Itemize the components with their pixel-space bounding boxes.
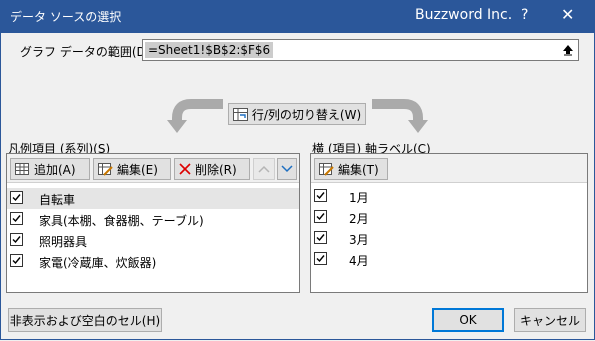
axis-list-item[interactable]: 3月 [311,228,587,249]
series-checkbox[interactable] [10,233,23,246]
ok-button[interactable]: OK [432,308,504,332]
brand-label: Buzzword Inc. [415,7,513,23]
legend-panel: 追加(A) 編集(E) 削除(R) 自転車 家具(本棚、食器棚、テーブル) 照明… [6,153,300,293]
axis-checkbox[interactable] [314,189,327,202]
edit-series-button[interactable]: 編集(E) [93,158,171,180]
switch-row-column-icon [232,107,248,121]
legend-list-item[interactable]: 自転車 [7,188,299,209]
range-label: グラフ データの範囲(D): [20,45,155,59]
right-curved-arrow-icon [372,99,428,133]
close-button[interactable]: ✕ [561,5,574,24]
axis-list-item[interactable]: 2月 [311,207,587,228]
edit-series-label: 編集(E) [117,162,158,177]
hidden-empty-cells-label: 非表示および空白のセル(H) [9,313,161,328]
series-label: 家具(本棚、食器棚、テーブル) [39,214,204,228]
axis-toolbar: 編集(T) [311,154,587,183]
series-checkbox[interactable] [10,254,23,267]
range-input[interactable]: =Sheet1!$B$2:$F$6 [142,39,579,61]
collapse-dialog-icon[interactable] [560,42,576,58]
legend-list-item[interactable]: 家具(本棚、食器棚、テーブル) [7,209,299,230]
axis-checkbox[interactable] [314,252,327,265]
cancel-label: キャンセル [519,313,580,328]
axis-list-item[interactable]: 1月 [311,186,587,207]
edit-axis-button[interactable]: 編集(T) [314,158,388,180]
axis-checkbox[interactable] [314,210,327,223]
switch-row-column-button[interactable]: 行/列の切り替え(W) [228,103,366,125]
add-table-icon [15,162,29,175]
cancel-button[interactable]: キャンセル [514,308,586,332]
move-up-button[interactable] [253,158,275,180]
chevron-down-icon [281,165,293,173]
left-curved-arrow-icon [167,99,223,133]
axis-label-text: 1月 [349,191,369,205]
series-label: 照明器具 [39,235,88,249]
series-label: 家電(冷蔵庫、炊飯器) [39,256,157,270]
axis-label-text: 3月 [349,233,369,247]
edit-icon [98,162,113,176]
chevron-up-icon [258,165,270,173]
move-down-button[interactable] [277,158,297,180]
range-value: =Sheet1!$B$2:$F$6 [145,42,274,58]
series-checkbox[interactable] [10,212,23,225]
switch-row-column-label: 行/列の切り替え(W) [251,107,362,122]
ok-label: OK [459,313,477,327]
series-checkbox[interactable] [10,191,23,204]
axis-list-item[interactable]: 4月 [311,249,587,270]
delete-x-icon [179,163,191,175]
add-series-button[interactable]: 追加(A) [10,158,90,180]
legend-list-item[interactable]: 家電(冷蔵庫、炊飯器) [7,251,299,272]
series-label: 自転車 [39,193,76,207]
window-title: データ ソースの選択 [10,10,122,24]
axis-checkbox[interactable] [314,231,327,244]
add-series-label: 追加(A) [34,162,76,177]
edit-axis-label: 編集(T) [338,162,379,177]
legend-list-item[interactable]: 照明器具 [7,230,299,251]
axis-label-text: 2月 [349,212,369,226]
edit-icon [319,162,334,176]
title-bar: データ ソースの選択 Buzzword Inc. ? ✕ [0,0,595,33]
help-button[interactable]: ? [521,7,528,23]
axis-label-text: 4月 [349,254,369,268]
hidden-empty-cells-button[interactable]: 非表示および空白のセル(H) [8,308,162,332]
delete-series-button[interactable]: 削除(R) [174,158,250,180]
delete-series-label: 削除(R) [195,162,237,177]
axis-panel: 編集(T) 1月 2月 3月 4月 [310,153,588,293]
legend-toolbar: 追加(A) 編集(E) 削除(R) [7,154,299,183]
